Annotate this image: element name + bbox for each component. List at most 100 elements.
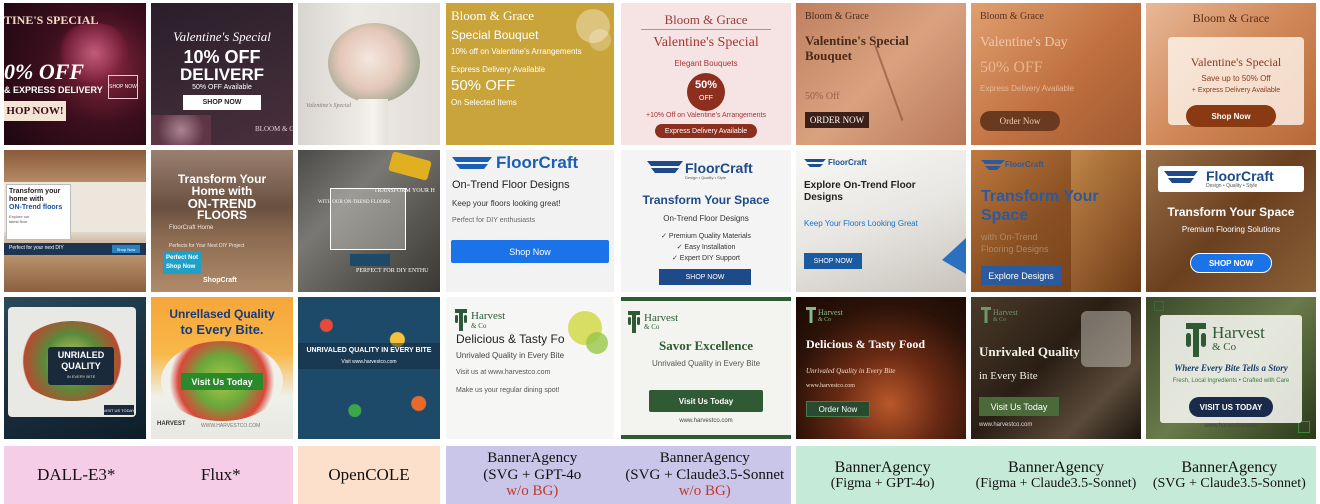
banner-title: Unrivaled Quality: [979, 344, 1080, 359]
banner-line: Make us your regular dining spot!: [456, 387, 560, 394]
banner-valentine-figma-claude: Bloom & Grace Valentine's Day 50% OFF Ex…: [971, 3, 1141, 145]
shop-now-button[interactable]: Shop Now: [451, 240, 609, 263]
brand-name: FloorCraft: [828, 158, 867, 167]
banner-food-figma-gpt: Harvest & Co Delicious & Tasty Food Unri…: [796, 297, 966, 439]
banner-line: Express Delivery Available: [980, 84, 1075, 93]
banner-title: Valentine's Special: [173, 29, 271, 44]
banner-line: Keep your floors looking great!: [452, 199, 561, 208]
brand-name: Harvest: [993, 308, 1018, 317]
order-now-button[interactable]: Order Now: [806, 401, 870, 417]
banner-title: UNRIALED: [57, 350, 105, 360]
visit-us-button[interactable]: Visit Us Today: [181, 373, 263, 390]
banner-title-line4: FLOORS: [197, 208, 247, 222]
banner-title: Transform Your Space: [1167, 205, 1295, 219]
brand-tagline: Design • Quality • Style: [1206, 183, 1258, 189]
banner-valentine-svg-claude-bg: Bloom & Grace Valentine's Special Save u…: [1146, 3, 1316, 145]
flower-decoration: [151, 115, 211, 145]
banner-valentine-figma-gpt: Bloom & Grace Valentine's Special Bouque…: [796, 3, 966, 145]
banner-sub: Fresh, Local Ingredients • Crafted with …: [1172, 378, 1290, 384]
floorcraft-logo-icon: [647, 161, 683, 173]
order-now-button[interactable]: ORDER NOW: [805, 112, 869, 128]
explore-designs-button[interactable]: Explore Designs: [981, 266, 1061, 285]
brand-name: FloorCraft Home: [169, 225, 214, 231]
label-line: (SVG + GPT-4o: [483, 466, 582, 483]
banner-line: Express Delivery Available: [451, 65, 546, 74]
banner-valentine-dalle: TINE'S SPECIAL 0% OFF & EXPRESS DELIVERY…: [4, 3, 146, 145]
label-group-full: BannerAgency (Figma + GPT-4o) BannerAgen…: [796, 446, 1316, 504]
brand-url: www.harvestco.com: [1204, 423, 1258, 429]
brand-co: & Co: [818, 317, 832, 323]
banner-valentine-opencole: Valentine's Special: [298, 3, 440, 145]
banner-floor-svg-gpt: FloorCraft On-Trend Floor Designs Keep y…: [446, 150, 614, 292]
banner-sub: Keep Your Floors Looking Great: [804, 219, 918, 228]
brand-name: FloorCraft: [1206, 168, 1274, 184]
corner-triangle-icon: [942, 238, 966, 274]
brand-name: HARVEST: [157, 421, 186, 427]
label-line: BannerAgency: [1008, 458, 1104, 476]
banner-title: Transform your: [9, 188, 61, 195]
shop-now-button[interactable]: HOP NOW!: [4, 101, 66, 121]
banner-food-dalle: UNRIALED QUALITY IN EVERY BITE VISIT US …: [4, 297, 146, 439]
shop-now-button[interactable]: SHOP NOW: [1190, 253, 1272, 273]
shop-now-button[interactable]: SHOP NOW: [804, 253, 862, 269]
banner-body: latest floor: [9, 219, 28, 224]
badge-shop-now[interactable]: SHOP NOW: [108, 75, 138, 99]
order-now-button[interactable]: Order Now: [980, 111, 1060, 131]
label-line: (Figma + GPT-4o): [830, 476, 935, 492]
harvest-logo-icon: [806, 307, 816, 323]
floorcraft-logo-icon: [804, 159, 826, 167]
brand-url: www.harvestco.com: [806, 383, 855, 389]
corner-square-icon: [1154, 301, 1164, 311]
label-ba-svg-claude-bg: BannerAgency (SVG + Claude3.5-Sonnet): [1143, 459, 1316, 492]
shop-now-button[interactable]: Shop Now: [112, 245, 140, 253]
banner-food-svg-gpt: Harvest & Co Delicious & Tasty Fo Unriva…: [446, 297, 614, 439]
feature-item: ✓ Premium Quality Materials: [661, 233, 751, 240]
brand-name: Bloom & Grace: [664, 12, 748, 27]
banner-title-line2: QUALITY: [61, 361, 101, 371]
banner-sub: Premium Flooring Solutions: [1181, 225, 1281, 234]
banner-title: Savor Excellence: [659, 338, 753, 353]
shop-now-button[interactable]: Shop Now: [166, 264, 195, 270]
banner-title: Delicious & Tasty Food: [806, 337, 926, 351]
shop-now-button[interactable]: SHOP NOW: [183, 95, 261, 110]
brand-logo: ShopCraft: [203, 277, 237, 284]
harvest-logo-icon: [628, 311, 640, 333]
harvest-logo-icon: [1186, 323, 1206, 357]
visit-us-button[interactable]: VISIT US TODAY: [1189, 397, 1273, 417]
banner-food-flux: Unrellased Quality to Every Bite. Visit …: [151, 297, 293, 439]
dress-image: [358, 99, 388, 145]
banner-sub: with On-Trend: [981, 232, 1038, 242]
banner-title: Special Bouquet: [451, 28, 539, 42]
visit-us-button[interactable]: Visit Us Today: [649, 390, 763, 412]
banner-title: On-Trend Floor Designs: [452, 179, 570, 191]
brand-name: FloorCraft: [1005, 160, 1044, 169]
banner-offer: 50% OFF: [980, 59, 1043, 76]
brand-co: & Co: [471, 322, 487, 330]
banner-valentine-flux: Valentine's Special 10% OFF DELIVERF 50%…: [151, 3, 293, 145]
shop-now-button[interactable]: SHOP NOW: [659, 269, 751, 285]
banner-sub: Unrivaled Quality in Every Bite: [651, 359, 761, 368]
brand-url: WWW.HARVESTCO.COM: [201, 423, 261, 429]
banner-title: Valentine's Special: [805, 33, 909, 48]
banner-sub-line2: Flooring Designs: [981, 244, 1049, 254]
label-group-wob: BannerAgency (SVG + GPT-4o w/o BG) Banne…: [446, 446, 791, 504]
banner-sub: Elegant Bouquets: [674, 59, 738, 68]
label-line: BannerAgency: [834, 458, 931, 476]
bouquet-image: [328, 23, 420, 103]
banner-bottom-text: PERFECT FOR DIY ENTHU: [356, 268, 429, 274]
banner-title-line2: to Every Bite.: [180, 322, 264, 337]
shop-now-button[interactable]: Shop Now: [1186, 105, 1276, 127]
label-ba-svg-gpt: BannerAgency (SVG + GPT-4o w/o BG): [446, 450, 619, 500]
label-line: BannerAgency: [659, 450, 750, 467]
banner-line: Save up to 50% Off: [1201, 74, 1271, 83]
visit-button[interactable]: VISIT US TODAY: [103, 405, 135, 415]
label-wob: w/o BG): [678, 483, 731, 500]
brand-co: & Co: [1212, 341, 1237, 353]
floor-sample-frame: [330, 188, 406, 250]
banner-delivery: & EXPRESS DELIVERY: [4, 85, 103, 95]
banner-line: Visit us at www.harvestco.com: [456, 369, 551, 376]
banner-food-opencole: UNRIVALED QUALITY IN EVERY BITE Visit ww…: [298, 297, 440, 439]
delivery-button[interactable]: Express Delivery Available: [655, 124, 757, 138]
visit-us-button[interactable]: Visit Us Today: [979, 397, 1059, 416]
banner-title-line2: Designs: [804, 192, 843, 203]
